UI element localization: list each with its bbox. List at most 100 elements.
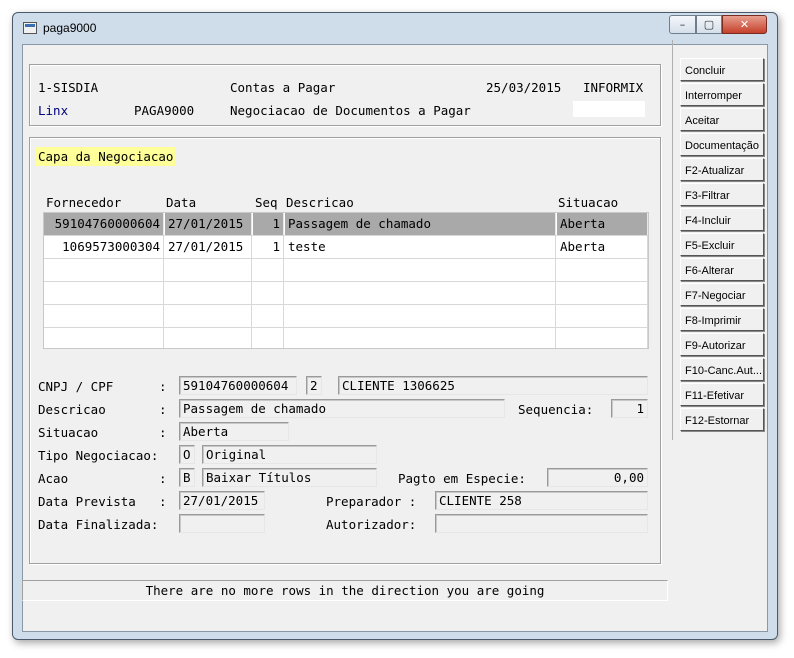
- module-name: Contas a Pagar: [230, 80, 336, 95]
- interromper-button[interactable]: Interromper: [680, 83, 764, 106]
- cell-seq: [253, 328, 284, 348]
- section-title: Capa da Negociacao: [36, 147, 176, 166]
- cell-data: [165, 328, 252, 348]
- cell-descricao: teste: [285, 236, 556, 258]
- f11-efetivar-button[interactable]: F11-Efetivar: [680, 383, 764, 406]
- cnpj-field[interactable]: 59104760000604: [179, 376, 297, 395]
- company-name: Linx: [38, 103, 69, 118]
- acao-label: Acao: [38, 471, 69, 486]
- table-row[interactable]: [44, 282, 648, 305]
- cell-fornecedor: 1069573000304: [44, 236, 164, 258]
- descricao-colon: :: [159, 402, 167, 417]
- autorizador-label: Autorizador:: [326, 517, 417, 532]
- cliente-field[interactable]: CLIENTE 1306625: [338, 376, 648, 395]
- f9-autorizar-button[interactable]: F9-Autorizar: [680, 333, 764, 356]
- header-extra-field: [573, 101, 645, 117]
- column-header-descricao: Descricao: [286, 195, 354, 210]
- column-header-fornecedor: Fornecedor: [46, 195, 122, 210]
- status-message: There are no more rows in the direction …: [22, 580, 668, 601]
- close-button[interactable]: ✕: [722, 15, 767, 34]
- cell-situacao: [557, 282, 648, 304]
- cell-descricao: [285, 328, 556, 348]
- cell-data: 27/01/2015: [165, 213, 252, 235]
- tipo-negociacao-label: Tipo Negociacao:: [38, 448, 159, 463]
- cell-data: [165, 305, 252, 327]
- table-row[interactable]: 59104760000604 27/01/2015 1 Passagem de …: [44, 213, 648, 236]
- minimize-button[interactable]: –: [669, 15, 696, 34]
- button-panel-divider: [672, 40, 673, 440]
- tipo-code-field[interactable]: O: [179, 445, 195, 464]
- column-header-situacao: Situacao: [558, 195, 619, 210]
- cell-data: [165, 259, 252, 281]
- table-row[interactable]: [44, 328, 648, 348]
- cnpj-label: CNPJ / CPF: [38, 379, 114, 394]
- window-title: paga9000: [43, 21, 97, 35]
- cell-fornecedor: [44, 328, 164, 348]
- f5-excluir-button[interactable]: F5-Excluir: [680, 233, 764, 256]
- table-row[interactable]: 1069573000304 27/01/2015 1 teste Aberta: [44, 236, 648, 259]
- cell-descricao: Passagem de chamado: [285, 213, 556, 235]
- situacao-colon: :: [159, 425, 167, 440]
- program-description: Negociacao de Documentos a Pagar: [230, 103, 471, 118]
- cell-seq: [253, 305, 284, 327]
- table-row[interactable]: [44, 259, 648, 282]
- acao-colon: :: [159, 471, 167, 486]
- descricao-field[interactable]: Passagem de chamado: [179, 399, 505, 418]
- f2-atualizar-button[interactable]: F2-Atualizar: [680, 158, 764, 181]
- documentacao-button[interactable]: Documentação: [680, 133, 764, 156]
- database-name: INFORMIX: [583, 80, 644, 95]
- cell-seq: 1: [253, 236, 284, 258]
- cell-descricao: [285, 305, 556, 327]
- aceitar-button[interactable]: Aceitar: [680, 108, 764, 131]
- data-prevista-colon: :: [159, 494, 167, 509]
- data-finalizada-field[interactable]: [179, 514, 265, 533]
- cell-descricao: [285, 282, 556, 304]
- f7-negociar-button[interactable]: F7-Negociar: [680, 283, 764, 306]
- cell-data: [165, 282, 252, 304]
- sequencia-field[interactable]: 1: [611, 399, 648, 418]
- cell-situacao: Aberta: [557, 213, 648, 235]
- cell-situacao: [557, 259, 648, 281]
- app-icon: [23, 22, 37, 34]
- table-row[interactable]: [44, 305, 648, 328]
- maximize-button[interactable]: ▢: [696, 15, 722, 34]
- f10-cancelar-autorizacao-button[interactable]: F10-Canc.Aut...: [680, 358, 764, 381]
- documents-grid[interactable]: 59104760000604 27/01/2015 1 Passagem de …: [43, 212, 649, 349]
- f6-alterar-button[interactable]: F6-Alterar: [680, 258, 764, 281]
- concluir-button[interactable]: Concluir: [680, 58, 764, 81]
- cell-situacao: Aberta: [557, 236, 648, 258]
- preparador-field[interactable]: CLIENTE 258: [435, 491, 648, 510]
- situacao-label: Situacao: [38, 425, 99, 440]
- cell-seq: 1: [253, 213, 284, 235]
- column-header-seq: Seq: [255, 195, 278, 210]
- preparador-label: Preparador :: [326, 494, 417, 509]
- pagto-especie-field[interactable]: 0,00: [547, 468, 648, 487]
- acao-code-field[interactable]: B: [179, 468, 195, 487]
- cell-seq: [253, 259, 284, 281]
- cell-fornecedor: 59104760000604: [44, 213, 164, 235]
- data-prevista-label: Data Prevista: [38, 494, 136, 509]
- cell-situacao: [557, 305, 648, 327]
- situacao-field[interactable]: Aberta: [179, 422, 289, 441]
- cnpj-seq-field[interactable]: 2: [306, 376, 322, 395]
- autorizador-field[interactable]: [435, 514, 648, 533]
- f12-estornar-button[interactable]: F12-Estornar: [680, 408, 764, 431]
- cell-fornecedor: [44, 282, 164, 304]
- tipo-description-field[interactable]: Original: [202, 445, 377, 464]
- system-name: 1-SISDIA: [38, 80, 99, 95]
- cell-descricao: [285, 259, 556, 281]
- acao-description-field[interactable]: Baixar Títulos: [202, 468, 377, 487]
- sequencia-label: Sequencia:: [518, 402, 594, 417]
- column-header-data: Data: [166, 195, 197, 210]
- cell-fornecedor: [44, 305, 164, 327]
- cell-seq: [253, 282, 284, 304]
- f3-filtrar-button[interactable]: F3-Filtrar: [680, 183, 764, 206]
- pagto-especie-label: Pagto em Especie:: [398, 471, 526, 486]
- f8-imprimir-button[interactable]: F8-Imprimir: [680, 308, 764, 331]
- f4-incluir-button[interactable]: F4-Incluir: [680, 208, 764, 231]
- title-bar[interactable]: paga9000 – ▢ ✕: [13, 13, 777, 43]
- cell-data: 27/01/2015: [165, 236, 252, 258]
- cell-fornecedor: [44, 259, 164, 281]
- data-prevista-field[interactable]: 27/01/2015: [179, 491, 265, 510]
- cnpj-colon: :: [159, 379, 167, 394]
